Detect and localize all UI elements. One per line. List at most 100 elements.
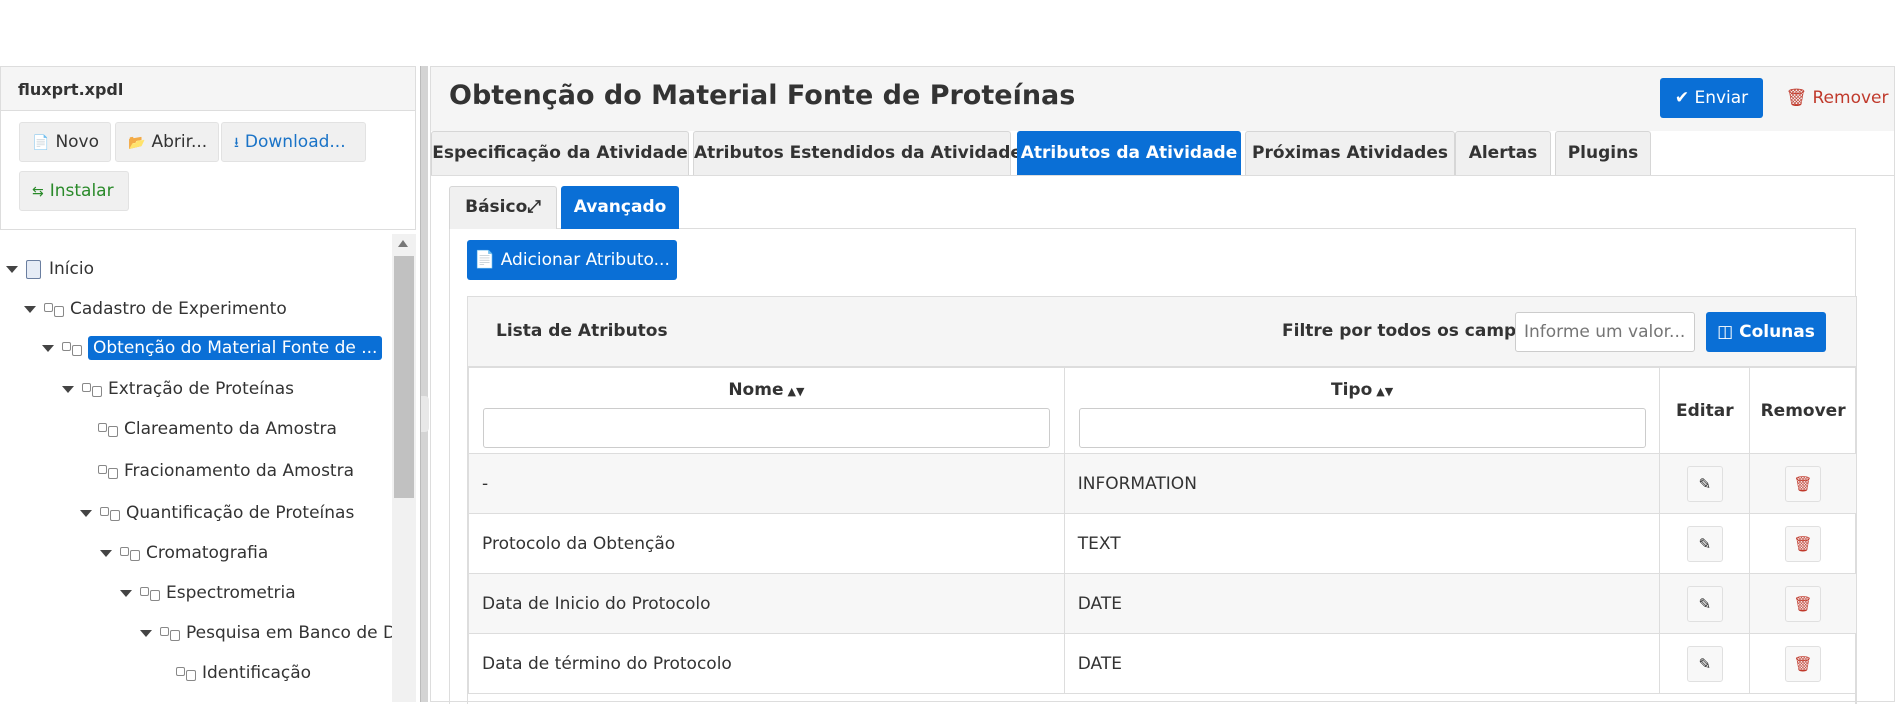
tree-node-fracionamento[interactable]: Fracionamento da Amostra	[98, 456, 354, 486]
subtab-basico[interactable]: Básico⤢	[449, 186, 557, 229]
main-header: Obtenção do Material Fonte de Proteínas …	[431, 67, 1894, 131]
install-button[interactable]: ⇆ Instalar	[19, 171, 129, 211]
trash-icon[interactable]: 🗑	[1785, 525, 1822, 562]
add-attribute-label: Adicionar Atributo...	[500, 250, 670, 270]
file-panel: fluxprt.xpdl 📄 Novo 📂 Abrir... ⭳ Download..…	[0, 66, 416, 230]
tree-node-label: Obtenção do Material Fonte de ...	[88, 336, 383, 360]
tree-scrollbar[interactable]	[392, 234, 416, 702]
remove-button[interactable]: 🗑 Remover	[1781, 78, 1893, 118]
caret-down-icon[interactable]	[100, 549, 112, 557]
cell-tipo: INFORMATION	[1063, 453, 1661, 514]
column-header-editar: Editar	[1659, 367, 1751, 454]
nome-filter-input[interactable]	[482, 408, 1050, 448]
file-title: fluxprt.xpdl	[1, 67, 415, 111]
activity-icon	[62, 341, 82, 356]
pencil-icon[interactable]: ✎	[1686, 645, 1723, 682]
tab-atributos[interactable]: Atributos da Atividade	[1017, 131, 1241, 175]
main-panel: Obtenção do Material Fonte de Proteínas …	[430, 66, 1895, 704]
expand-icon: ⤢	[527, 197, 541, 217]
cell-edit: ✎	[1659, 453, 1751, 514]
tab-especificacao[interactable]: Especificação da Atividade	[431, 131, 689, 175]
caret-down-icon[interactable]	[62, 385, 74, 393]
activity-icon	[176, 666, 196, 681]
column-header-nome[interactable]: Nome ▲▼	[468, 367, 1065, 454]
caret-down-icon[interactable]	[42, 344, 54, 352]
trash-icon[interactable]: 🗑	[1785, 465, 1822, 502]
check-icon: ✔	[1674, 88, 1690, 108]
tab-proximas-atividades[interactable]: Próximas Atividades	[1245, 131, 1455, 175]
attribute-list: Lista de Atributos Filtre por todos os c…	[467, 296, 1857, 704]
cell-remove: 🗑	[1749, 633, 1857, 694]
tree-node-extracao[interactable]: Extração de Proteínas	[62, 374, 294, 404]
folder-open-icon: 📂	[128, 135, 146, 151]
trash-icon[interactable]: 🗑	[1785, 585, 1822, 622]
open-button[interactable]: 📂 Abrir...	[115, 122, 219, 162]
download-icon: ⭳	[234, 135, 239, 151]
tree-node-label: Pesquisa em Banco de Dad	[186, 623, 392, 643]
download-button[interactable]: ⭳ Download...	[221, 122, 366, 162]
tree-node-label: Extração de Proteínas	[108, 379, 294, 399]
cell-tipo: DATE	[1063, 633, 1661, 694]
tree-node-quantificacao[interactable]: Quantificação de Proteínas	[80, 498, 354, 528]
activity-icon	[100, 506, 120, 521]
pencil-icon[interactable]: ✎	[1686, 465, 1723, 502]
panel-splitter[interactable]	[420, 66, 429, 702]
activity-icon	[98, 422, 118, 437]
tipo-filter-input[interactable]	[1078, 408, 1646, 448]
tab-atributos-estendidos[interactable]: Atributos Estendidos da Atividade	[693, 131, 1022, 175]
cell-nome: -	[468, 453, 1065, 514]
column-header-remover: Remover	[1749, 367, 1857, 454]
tree-node-label: Espectrometria	[166, 583, 296, 603]
columns-button[interactable]: ◫ Colunas	[1706, 312, 1826, 352]
caret-down-icon[interactable]	[6, 265, 18, 273]
send-button-label: Enviar	[1694, 88, 1749, 108]
filter-input[interactable]	[1515, 312, 1695, 352]
tree-node-pesquisa[interactable]: Pesquisa em Banco de Dad	[140, 618, 392, 648]
tree-node-cromatografia[interactable]: Cromatografia	[100, 538, 268, 568]
subtab-avancado[interactable]: Avançado	[561, 186, 679, 229]
caret-down-icon[interactable]	[80, 509, 92, 517]
column-header-tipo[interactable]: Tipo ▲▼	[1063, 367, 1661, 454]
new-button[interactable]: 📄 Novo	[19, 122, 111, 162]
splitter-handle[interactable]	[421, 396, 429, 432]
tree-node-identificacao[interactable]: Identificação	[176, 658, 311, 688]
remove-button-label: Remover	[1812, 88, 1889, 108]
caret-down-icon[interactable]	[140, 629, 152, 637]
send-button[interactable]: ✔ Enviar	[1660, 78, 1763, 118]
tree-node-clareamento[interactable]: Clareamento da Amostra	[98, 414, 337, 444]
left-panel: fluxprt.xpdl 📄 Novo 📂 Abrir... ⭳ Download..…	[0, 66, 416, 702]
tab-alertas[interactable]: Alertas	[1455, 131, 1551, 175]
tree-node-inicio[interactable]: Início	[6, 254, 94, 284]
cell-edit: ✎	[1659, 513, 1751, 574]
process-tree: Início Cadastro de Experimento Obtenção …	[0, 234, 392, 702]
pencil-icon[interactable]: ✎	[1686, 525, 1723, 562]
tree-node-cadastro[interactable]: Cadastro de Experimento	[24, 294, 287, 324]
cell-tipo: TEXT	[1063, 513, 1661, 574]
tree-node-obtencao[interactable]: Obtenção do Material Fonte de ...	[42, 333, 383, 363]
tree-node-espectrometria[interactable]: Espectrometria	[120, 578, 296, 608]
open-button-label: Abrir...	[151, 132, 208, 152]
pencil-icon[interactable]: ✎	[1686, 585, 1723, 622]
trash-icon[interactable]: 🗑	[1785, 645, 1822, 682]
document-icon	[26, 259, 41, 279]
scrollbar-thumb[interactable]	[394, 256, 414, 498]
add-attribute-button[interactable]: 📄 Adicionar Atributo...	[467, 240, 677, 280]
columns-button-label: Colunas	[1739, 322, 1815, 342]
tree-node-label: Identificação	[202, 663, 312, 683]
list-header: Lista de Atributos Filtre por todos os c…	[468, 297, 1856, 367]
tree-node-label: Cadastro de Experimento	[70, 299, 287, 319]
table-row: Data de Inicio do Protocolo DATE ✎ 🗑	[468, 573, 1857, 634]
activity-icon	[44, 302, 64, 317]
cell-tipo: DATE	[1063, 573, 1661, 634]
file-icon: 📄	[32, 135, 50, 151]
sort-icon[interactable]: ▲▼	[1376, 385, 1393, 398]
caret-down-icon[interactable]	[24, 305, 36, 313]
caret-down-icon[interactable]	[120, 589, 132, 597]
list-title: Lista de Atributos	[496, 321, 668, 341]
tab-plugins[interactable]: Plugins	[1555, 131, 1651, 175]
column-header-label: Nome	[728, 380, 784, 400]
attribute-table: Nome ▲▼ Tipo ▲▼ Editar Remover - INFORMA…	[468, 367, 1857, 694]
activity-icon	[160, 626, 180, 641]
sort-icon[interactable]: ▲▼	[787, 385, 804, 398]
scroll-up-arrow-icon[interactable]	[398, 240, 408, 247]
